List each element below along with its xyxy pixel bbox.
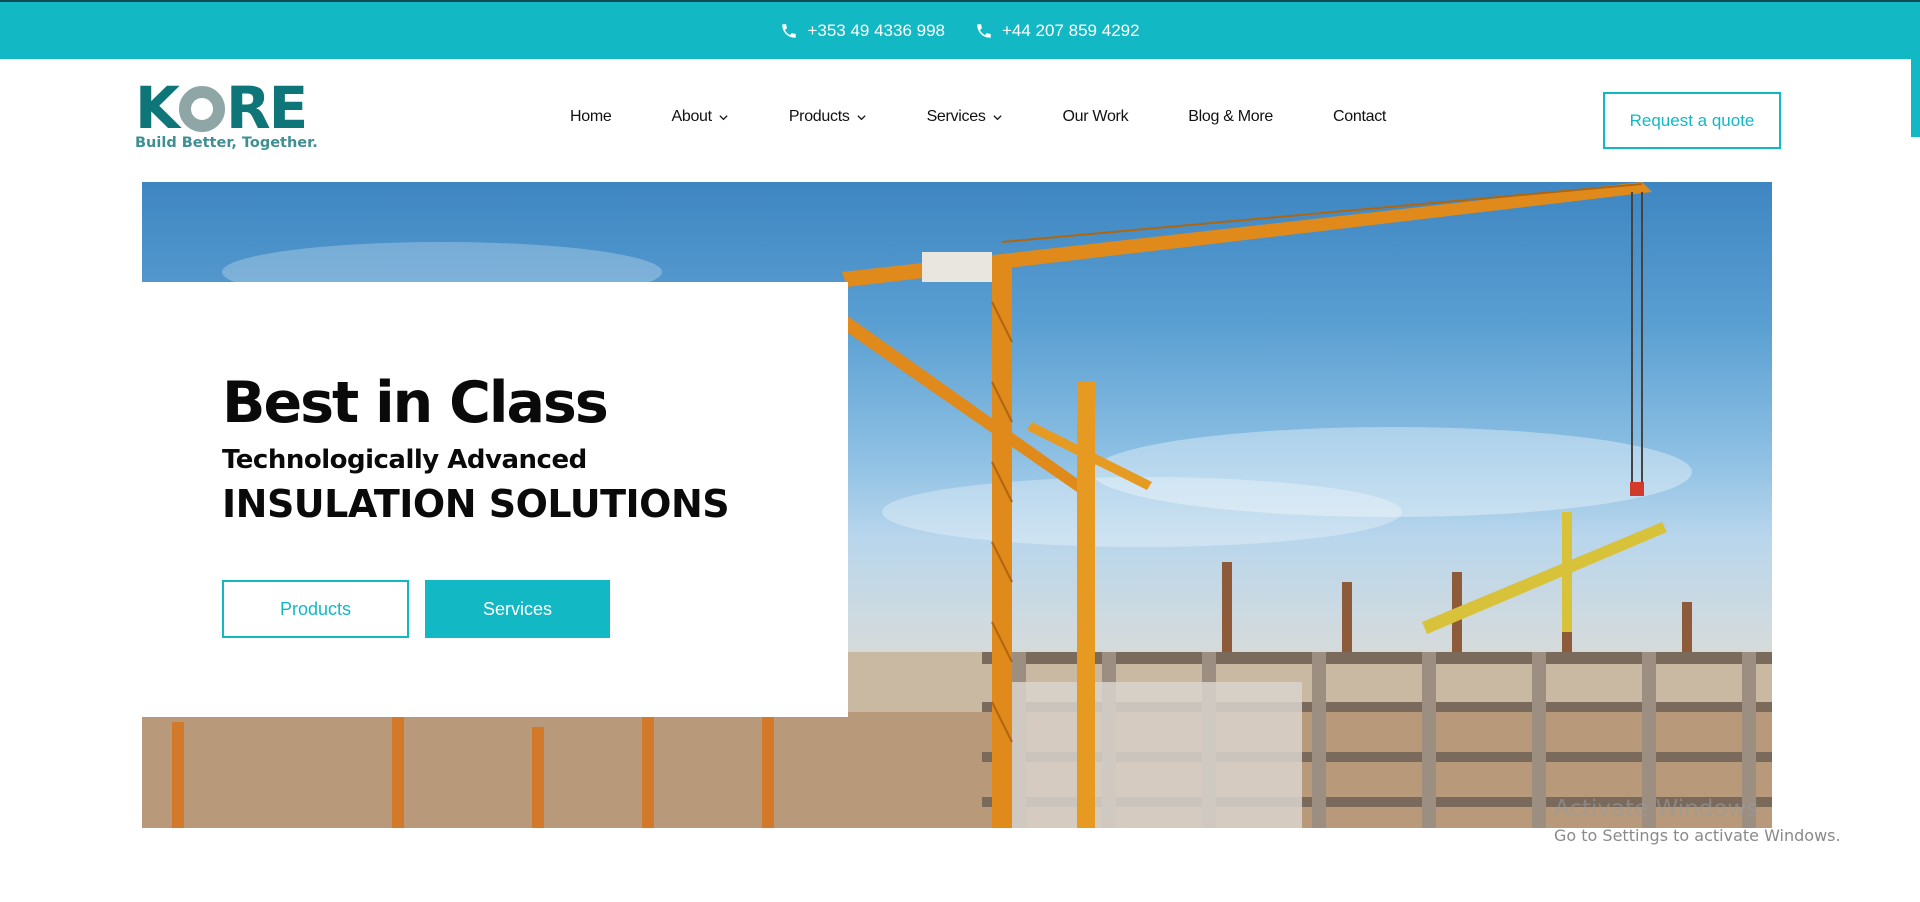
nav-item-about[interactable]: About [671, 108, 728, 126]
phone-icon [977, 23, 991, 38]
nav-item-our-work[interactable]: Our Work [1063, 108, 1129, 126]
nav-label[interactable]: Services [927, 108, 986, 126]
nav-label[interactable]: Contact [1333, 108, 1386, 126]
watermark-title: Activate Windows [1554, 796, 1759, 822]
chevron-down-icon[interactable] [718, 112, 729, 123]
phone-contact-1[interactable]: +353 49 4336 998 [780, 21, 945, 41]
windows-activation-watermark: Activate Windows Go to Settings to activ… [1554, 796, 1841, 845]
kore-logo[interactable]: K RE Build Better, Together. [135, 79, 318, 158]
chevron-down-icon[interactable] [856, 112, 867, 123]
nav-item-products[interactable]: Products [789, 108, 867, 126]
top-contact-bar: +353 49 4336 998 +44 207 859 4292 [0, 0, 1920, 59]
main-nav: Home About Products Services Our Work Bl… [570, 108, 1386, 126]
nav-label[interactable]: Our Work [1063, 108, 1129, 126]
nav-item-blog[interactable]: Blog & More [1188, 108, 1273, 126]
logo-wordmark: K RE [135, 79, 310, 137]
scrollbar-thumb[interactable] [1911, 59, 1920, 137]
nav-item-services[interactable]: Services [927, 108, 1003, 126]
nav-label[interactable]: Blog & More [1188, 108, 1273, 126]
hero-card: Best in Class Technologically Advanced I… [142, 282, 848, 717]
logo-letters-re: RE [225, 74, 308, 142]
nav-item-contact[interactable]: Contact [1333, 108, 1386, 126]
nav-label[interactable]: Home [570, 108, 612, 126]
hero-subtitle: Technologically Advanced [222, 445, 587, 475]
phone-number-2[interactable]: +44 207 859 4292 [1002, 21, 1140, 41]
phone-contact-2[interactable]: +44 207 859 4292 [975, 21, 1140, 41]
nav-label[interactable]: Products [789, 108, 850, 126]
logo-tagline: Build Better, Together. [135, 135, 318, 151]
phone-icon [782, 23, 797, 38]
nav-label[interactable]: About [671, 108, 712, 126]
logo-circle-o [178, 86, 225, 132]
nav-item-home[interactable]: Home [570, 108, 612, 126]
logo-letter-k: K [135, 74, 180, 142]
request-quote-button[interactable]: Request a quote [1603, 92, 1781, 149]
services-button[interactable]: Services [425, 580, 610, 638]
chevron-down-icon[interactable] [992, 112, 1003, 123]
hero-title: Best in Class [222, 370, 609, 436]
watermark-subtitle: Go to Settings to activate Windows. [1554, 826, 1841, 845]
phone-number-1[interactable]: +353 49 4336 998 [807, 21, 945, 41]
products-button[interactable]: Products [222, 580, 409, 638]
hero-headline: INSULATION SOLUTIONS [222, 482, 730, 526]
